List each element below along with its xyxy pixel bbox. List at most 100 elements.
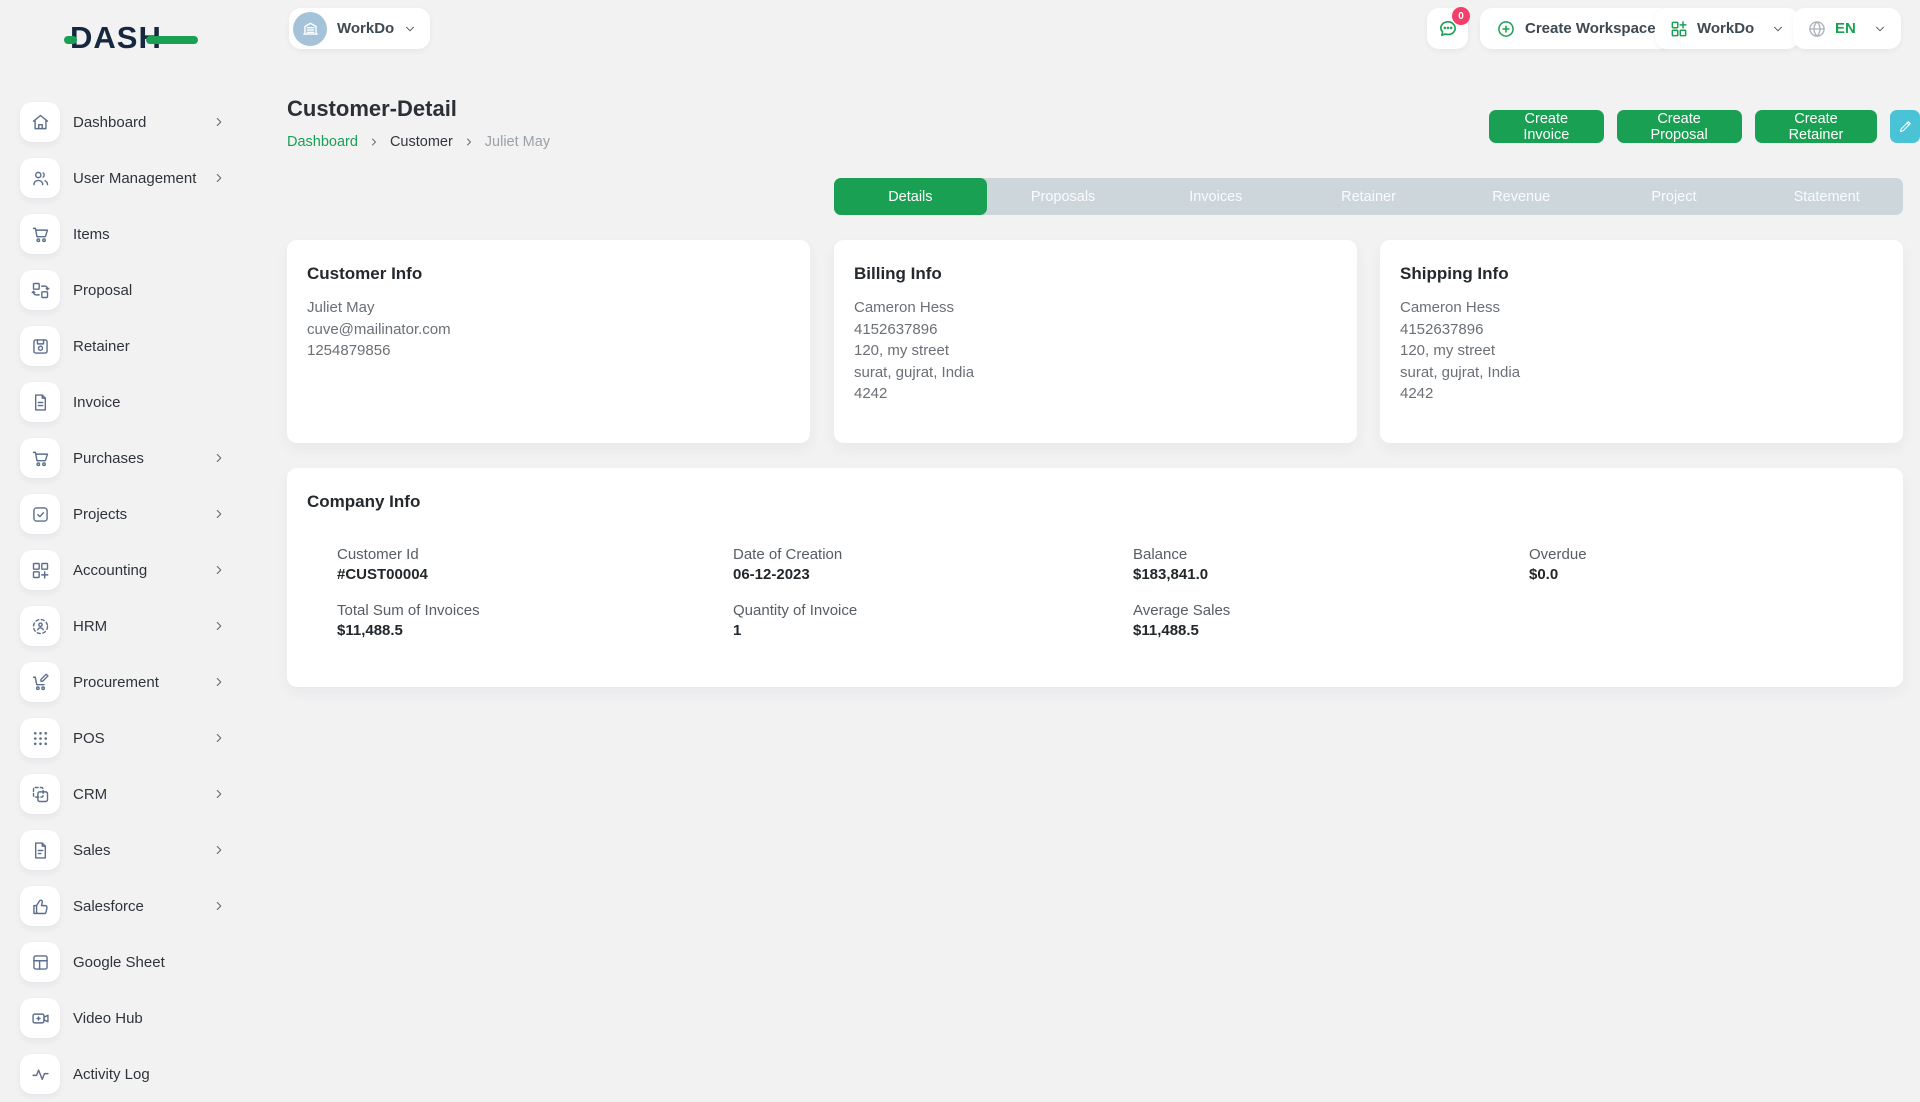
chevron-right-icon: [212, 787, 226, 801]
grid-plus-icon: [1669, 19, 1689, 39]
language-code: EN: [1835, 20, 1856, 37]
breadcrumb-current: Juliet May: [485, 134, 550, 150]
app-switcher-label: WorkDo: [1697, 20, 1754, 37]
chevron-down-icon: [1771, 22, 1785, 36]
billing-street: 120, my street: [854, 340, 1337, 362]
field-quantity-of-invoice: Quantity of Invoice 1: [733, 602, 1133, 639]
grid-plus-icon: [20, 550, 60, 590]
shipping-zip: 4242: [1400, 383, 1883, 405]
dots-grid-icon: [20, 718, 60, 758]
billing-name: Cameron Hess: [854, 297, 1337, 319]
sidebar-item-accounting[interactable]: Accounting: [0, 542, 250, 598]
sidebar-item-procurement[interactable]: Procurement: [0, 654, 250, 710]
sidebar-item-user-management[interactable]: User Management: [0, 150, 250, 206]
breadcrumb: Dashboard Customer Juliet May: [287, 134, 550, 150]
company-info-title: Company Info: [307, 492, 1883, 512]
workspace-avatar: [293, 12, 327, 46]
detail-tabs: Details Proposals Invoices Retainer Reve…: [834, 178, 1903, 215]
tab-invoices[interactable]: Invoices: [1139, 178, 1292, 215]
create-invoice-button[interactable]: Create Invoice: [1489, 110, 1604, 143]
field-overdue: Overdue $0.0: [1529, 546, 1883, 583]
shipping-name: Cameron Hess: [1400, 297, 1883, 319]
company-info-grid: Customer Id #CUST00004 Date of Creation …: [307, 546, 1883, 639]
cart-icon: [20, 214, 60, 254]
activity-icon: [20, 1054, 60, 1094]
sidebar-item-activity-log[interactable]: Activity Log: [0, 1046, 250, 1102]
sidebar-nav: Dashboard User Management Items Proposal: [0, 72, 250, 1102]
cart-edit-icon: [20, 662, 60, 702]
shipping-info-title: Shipping Info: [1400, 264, 1883, 284]
sidebar-item-salesforce[interactable]: Salesforce: [0, 878, 250, 934]
chevron-right-icon: [463, 136, 475, 148]
chevron-right-icon: [212, 171, 226, 185]
logo-accent-dash: [64, 36, 77, 44]
create-proposal-button[interactable]: Create Proposal: [1617, 110, 1742, 143]
file-invoice-icon: [20, 382, 60, 422]
thumbs-up-icon: [20, 886, 60, 926]
customer-email: cuve@mailinator.com: [307, 319, 790, 341]
edit-customer-button[interactable]: [1890, 110, 1920, 143]
file-icon: [20, 830, 60, 870]
shipping-info-card: Shipping Info Cameron Hess 4152637896 12…: [1380, 240, 1903, 443]
field-date-of-creation: Date of Creation 06-12-2023: [733, 546, 1133, 583]
billing-zip: 4242: [854, 383, 1337, 405]
swap-squares-icon: [20, 270, 60, 310]
users-icon: [20, 158, 60, 198]
tab-retainer[interactable]: Retainer: [1292, 178, 1445, 215]
sidebar-item-proposal[interactable]: Proposal: [0, 262, 250, 318]
breadcrumb-customer-link[interactable]: Customer: [390, 134, 453, 150]
tab-details[interactable]: Details: [834, 178, 987, 215]
chevron-down-icon: [403, 22, 417, 36]
tab-revenue[interactable]: Revenue: [1445, 178, 1598, 215]
shipping-city: surat, gujrat, India: [1400, 362, 1883, 384]
sidebar-item-sales[interactable]: Sales: [0, 822, 250, 878]
copy-icon: [20, 774, 60, 814]
sidebar-item-items[interactable]: Items: [0, 206, 250, 262]
sidebar-item-dashboard[interactable]: Dashboard: [0, 94, 250, 150]
sidebar-item-google-sheet[interactable]: Google Sheet: [0, 934, 250, 990]
tab-statement[interactable]: Statement: [1750, 178, 1903, 215]
chevron-right-icon: [212, 675, 226, 689]
billing-city: surat, gujrat, India: [854, 362, 1337, 384]
field-customer-id: Customer Id #CUST00004: [337, 546, 733, 583]
shipping-street: 120, my street: [1400, 340, 1883, 362]
building-icon: [301, 19, 320, 38]
sidebar-item-retainer[interactable]: Retainer: [0, 318, 250, 374]
create-retainer-button[interactable]: Create Retainer: [1755, 110, 1878, 143]
chevron-right-icon: [212, 563, 226, 577]
create-workspace-button[interactable]: Create Workspace: [1480, 8, 1672, 49]
customer-info-title: Customer Info: [307, 264, 790, 284]
sidebar-item-invoice[interactable]: Invoice: [0, 374, 250, 430]
tab-proposals[interactable]: Proposals: [987, 178, 1140, 215]
sidebar-item-purchases[interactable]: Purchases: [0, 430, 250, 486]
sidebar-item-projects[interactable]: Projects: [0, 486, 250, 542]
page-title: Customer-Detail: [287, 96, 457, 122]
sidebar-item-video-hub[interactable]: Video Hub: [0, 990, 250, 1046]
sidebar-item-crm[interactable]: CRM: [0, 766, 250, 822]
field-balance: Balance $183,841.0: [1133, 546, 1529, 583]
chevron-right-icon: [212, 899, 226, 913]
app-switcher[interactable]: WorkDo: [1655, 8, 1799, 49]
workspace-label: WorkDo: [337, 20, 394, 37]
workspace-selector[interactable]: WorkDo: [289, 8, 430, 49]
breadcrumb-dashboard-link[interactable]: Dashboard: [287, 134, 358, 150]
billing-info-card: Billing Info Cameron Hess 4152637896 120…: [834, 240, 1357, 443]
sidebar-item-pos[interactable]: POS: [0, 710, 250, 766]
chevron-down-icon: [1873, 22, 1887, 36]
chevron-right-icon: [212, 451, 226, 465]
app-logo[interactable]: DASH: [64, 20, 198, 56]
messages-button[interactable]: 0: [1427, 8, 1468, 49]
globe-icon: [1807, 19, 1827, 39]
tab-project[interactable]: Project: [1598, 178, 1751, 215]
field-total-sum-of-invoices: Total Sum of Invoices $11,488.5: [337, 602, 733, 639]
customer-phone: 1254879856: [307, 340, 790, 362]
sidebar-item-hrm[interactable]: HRM: [0, 598, 250, 654]
chat-badge: 0: [1452, 7, 1470, 25]
pencil-icon: [1898, 119, 1913, 134]
language-selector[interactable]: EN: [1793, 8, 1901, 49]
customer-info-card: Customer Info Juliet May cuve@mailinator…: [287, 240, 810, 443]
chevron-right-icon: [212, 843, 226, 857]
check-square-icon: [20, 494, 60, 534]
header-actions: Create Invoice Create Proposal Create Re…: [1489, 110, 1920, 143]
create-workspace-label: Create Workspace: [1525, 20, 1656, 37]
